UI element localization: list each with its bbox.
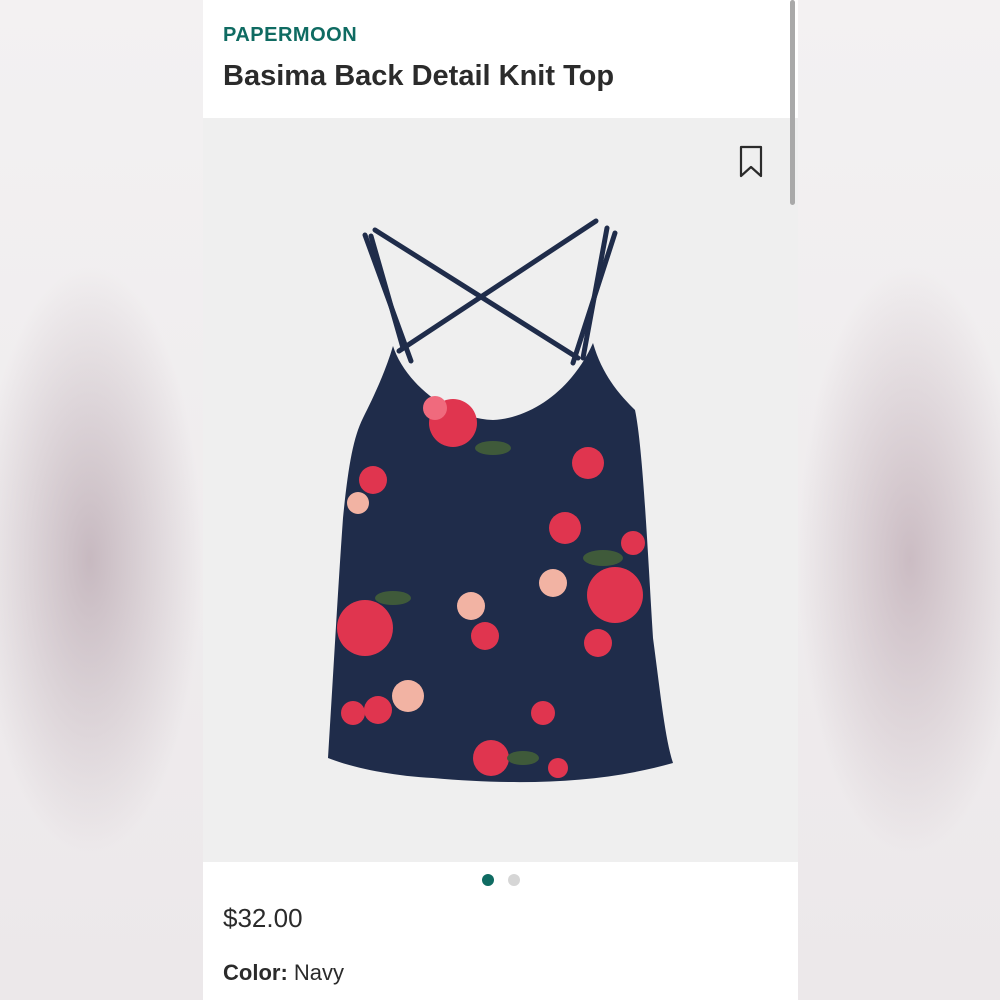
pagination-dot-1[interactable] [481, 874, 494, 886]
color-value: Navy [293, 960, 345, 985]
image-pagination [203, 874, 798, 888]
product-card: PAPERMOON Basima Back Detail Knit Top $3… [203, 0, 798, 1000]
color-label: Color: [223, 960, 288, 985]
product-image[interactable] [203, 118, 798, 862]
color-row: Color: Navy [223, 960, 344, 986]
price: $32.00 [223, 903, 303, 933]
brand-name[interactable]: PAPERMOON [223, 24, 357, 47]
garment-image [328, 218, 673, 783]
pagination-dot-2[interactable] [507, 874, 520, 886]
scrollbar[interactable] [790, 0, 795, 205]
product-title: Basima Back Detail Knit Top [223, 60, 615, 92]
